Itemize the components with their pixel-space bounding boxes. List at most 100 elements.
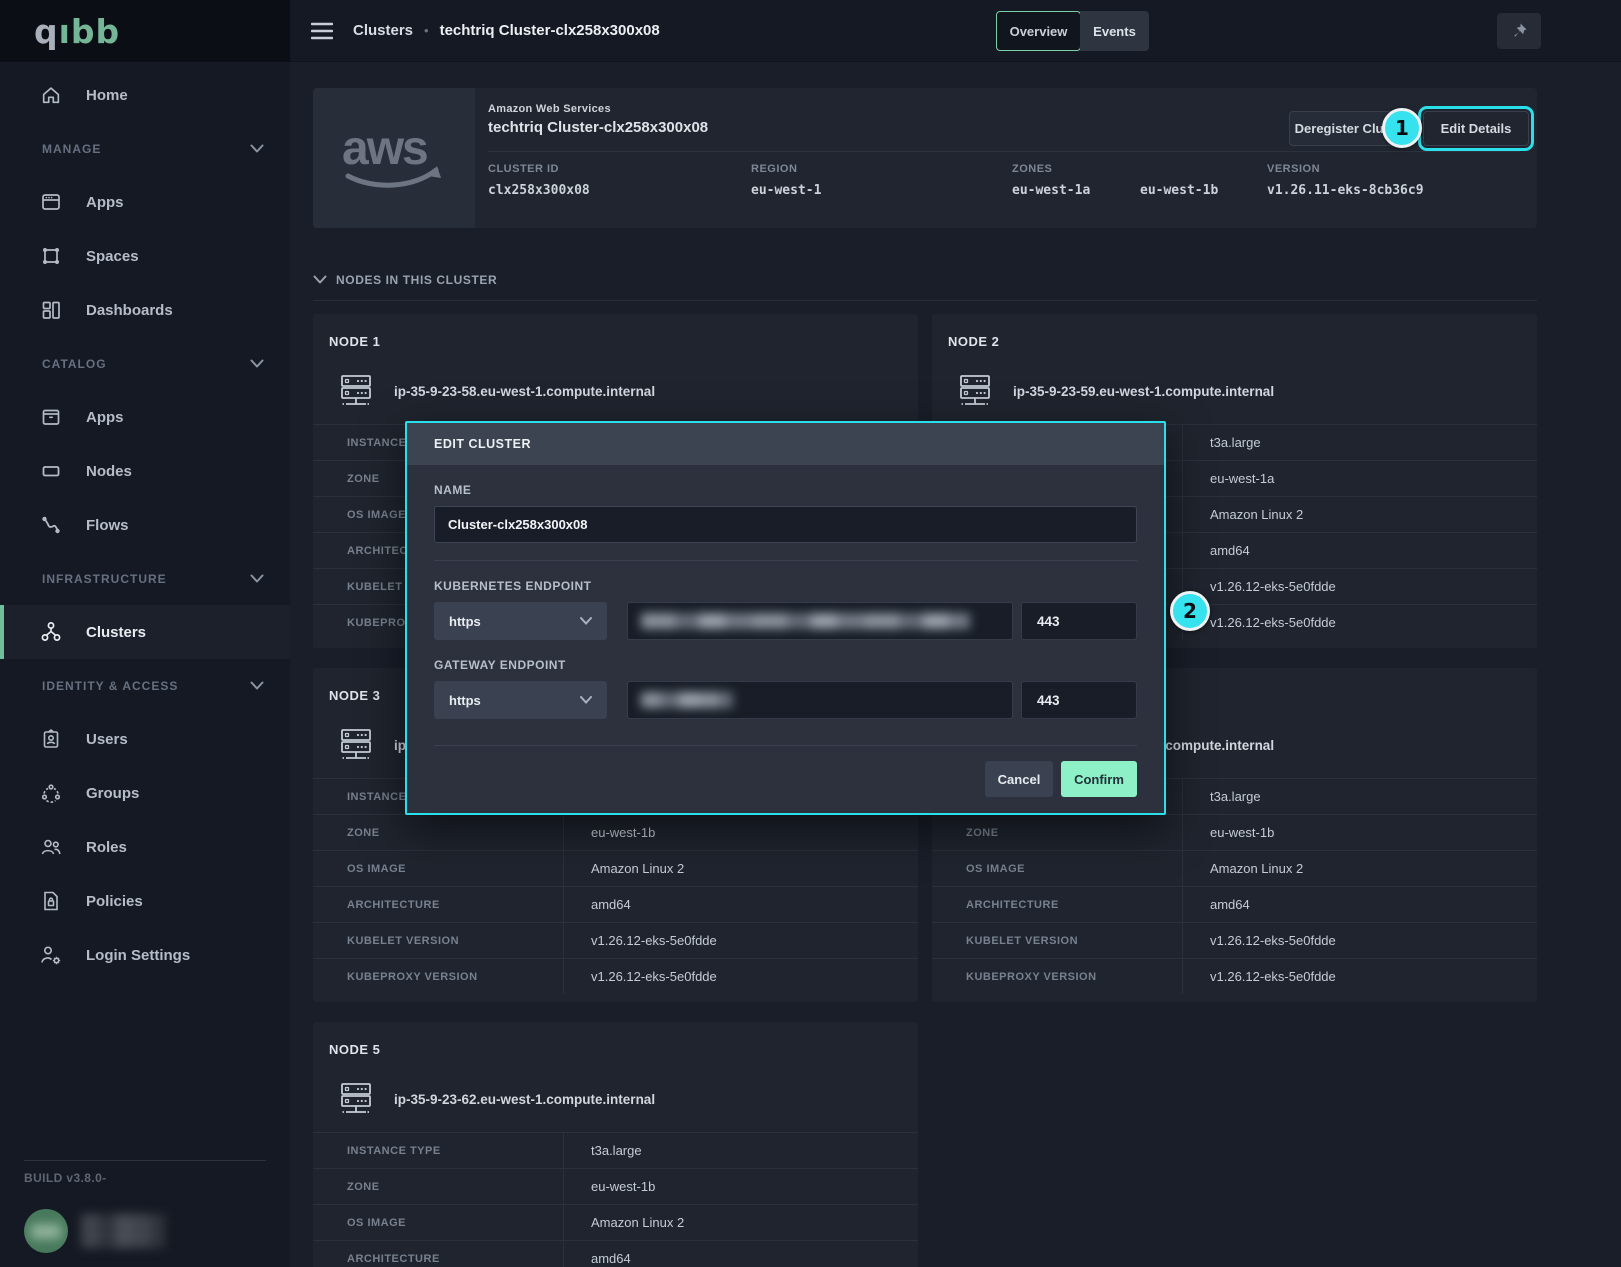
node-detail-value: Amazon Linux 2 xyxy=(1182,851,1537,886)
sidebar-item-label: Spaces xyxy=(86,248,139,265)
cancel-button[interactable]: Cancel xyxy=(985,761,1053,797)
login-settings-icon xyxy=(38,942,64,968)
sidebar-section-catalog[interactable]: CATALOG xyxy=(0,337,290,390)
sidebar-item-label: Home xyxy=(86,87,128,104)
region-label: REGION xyxy=(751,163,1012,175)
server-icon xyxy=(337,728,375,762)
node-detail-label: ZONE xyxy=(313,1169,563,1204)
node-detail-value: eu-west-1b xyxy=(563,815,918,850)
sidebar-item-home[interactable]: Home xyxy=(0,68,290,122)
logo-ibb: ıbb xyxy=(59,12,121,51)
node-detail-row: KUBEPROXY VERSIONv1.26.12-eks-5e0fdde xyxy=(932,958,1537,994)
topbar: Clusters • techtriq Cluster-clx258x300x0… xyxy=(290,0,1621,62)
sidebar-item-label: Flows xyxy=(86,517,129,534)
sidebar-item-roles[interactable]: Roles xyxy=(0,820,290,874)
node-detail-label: OS IMAGE xyxy=(932,851,1182,886)
node-hostname: ip-35-9-23-58.eu-west-1.compute.internal xyxy=(394,384,655,399)
node-detail-value: v1.26.12-eks-5e0fdde xyxy=(563,923,918,958)
roles-icon xyxy=(38,834,64,860)
breadcrumb-separator: • xyxy=(424,23,429,38)
svg-text:aws: aws xyxy=(342,122,427,175)
sidebar-item-flows[interactable]: Flows xyxy=(0,498,290,552)
users-icon xyxy=(38,726,64,752)
redacted-url xyxy=(641,613,970,629)
gateway-endpoint-label: GATEWAY ENDPOINT xyxy=(434,658,1137,672)
kubernetes-port-input[interactable]: 443 xyxy=(1021,602,1137,640)
sidebar-section-manage[interactable]: MANAGE xyxy=(0,122,290,175)
gateway-endpoint-input[interactable] xyxy=(627,681,1013,719)
node-detail-label: KUBEPROXY VERSION xyxy=(313,959,563,994)
sidebar-item-dashboards[interactable]: Dashboards xyxy=(0,283,290,337)
modal-title: EDIT CLUSTER xyxy=(434,437,531,451)
node-detail-value: eu-west-1a xyxy=(1182,461,1537,496)
node-detail-label: ARCHITECTURE xyxy=(313,1241,563,1267)
protocol-value: https xyxy=(449,614,481,629)
logo-block[interactable]: qıbb xyxy=(0,0,290,62)
logo-q: q xyxy=(34,12,59,51)
sidebar-item-spaces[interactable]: Spaces xyxy=(0,229,290,283)
chevron-down-icon xyxy=(250,574,264,584)
node-title: NODE 1 xyxy=(313,314,918,366)
username-redacted xyxy=(81,1214,165,1248)
section-label: CATALOG xyxy=(42,357,250,371)
sidebar-item-nodes[interactable]: Nodes xyxy=(0,444,290,498)
node-detail-row: KUBEPROXY VERSIONv1.26.12-eks-5e0fdde xyxy=(313,958,918,994)
sidebar-item-clusters[interactable]: Clusters xyxy=(0,605,290,659)
sidebar-item-login-settings[interactable]: Login Settings xyxy=(0,928,290,982)
node-hostname: ip-35-9-23-62.eu-west-1.compute.internal xyxy=(394,1092,655,1107)
sidebar-item-policies[interactable]: Policies xyxy=(0,874,290,928)
cluster-info: Amazon Web Services techtriq Cluster-clx… xyxy=(475,88,1537,228)
pushpin-icon xyxy=(1510,22,1528,40)
sidebar: qıbb HomeMANAGEAppsSpacesDashboardsCATAL… xyxy=(0,0,290,1267)
tab-events[interactable]: Events xyxy=(1080,11,1149,51)
flows-icon xyxy=(38,512,64,538)
version-field: VERSION v1.26.11-eks-8cb36c9 xyxy=(1267,163,1424,198)
gateway-endpoint-row: https 443 xyxy=(434,681,1137,719)
node-detail-row: ARCHITECTUREamd64 xyxy=(932,886,1537,922)
user-row[interactable] xyxy=(0,1185,290,1253)
confirm-button[interactable]: Confirm xyxy=(1061,761,1137,797)
name-label: NAME xyxy=(434,483,1137,497)
avatar[interactable] xyxy=(24,1209,68,1253)
node-detail-label: INSTANCE TYPE xyxy=(313,1133,563,1168)
hamburger-menu-icon[interactable] xyxy=(311,22,333,40)
node-detail-row: KUBELET VERSIONv1.26.12-eks-5e0fdde xyxy=(313,922,918,958)
breadcrumb-root[interactable]: Clusters xyxy=(353,22,413,39)
zones-label: ZONES xyxy=(1012,163,1267,175)
dashboards-icon xyxy=(38,297,64,323)
nodes-section-toggle[interactable]: NODES IN THIS CLUSTER xyxy=(313,273,1537,287)
sidebar-section-infrastructure[interactable]: INFRASTRUCTURE xyxy=(0,552,290,605)
version-value: v1.26.11-eks-8cb36c9 xyxy=(1267,183,1424,198)
kubernetes-endpoint-input[interactable] xyxy=(627,602,1013,640)
gateway-protocol-select[interactable]: https xyxy=(434,681,607,719)
node-detail-row: ZONEeu-west-1b xyxy=(932,814,1537,850)
sidebar-item-groups[interactable]: Groups xyxy=(0,766,290,820)
chevron-down-icon xyxy=(250,359,264,369)
page: qıbb HomeMANAGEAppsSpacesDashboardsCATAL… xyxy=(0,0,1621,1267)
sidebar-item-users[interactable]: Users xyxy=(0,712,290,766)
gateway-port-input[interactable]: 443 xyxy=(1021,681,1137,719)
modal-body: NAME Cluster-clx258x300x08 KUBERNETES EN… xyxy=(407,465,1164,813)
node-detail-value: t3a.large xyxy=(563,1133,918,1168)
node-detail-row: OS IMAGEAmazon Linux 2 xyxy=(932,850,1537,886)
edit-details-button[interactable]: Edit Details xyxy=(1423,111,1529,146)
chevron-down-icon xyxy=(580,696,592,704)
node-detail-label: ZONE xyxy=(932,815,1182,850)
kubernetes-endpoint-row: https 443 xyxy=(434,602,1137,640)
build-version: BUILD v3.8.0- xyxy=(0,1161,290,1185)
pin-button[interactable] xyxy=(1497,13,1541,49)
node-title: NODE 5 xyxy=(313,1022,918,1074)
protocol-value: https xyxy=(449,693,481,708)
sidebar-section-identity-access[interactable]: IDENTITY & ACCESS xyxy=(0,659,290,712)
node-detail-value: Amazon Linux 2 xyxy=(563,851,918,886)
sidebar-item-apps[interactable]: Apps xyxy=(0,175,290,229)
node-detail-label: OS IMAGE xyxy=(313,1205,563,1240)
region-field: REGION eu-west-1 xyxy=(751,163,1012,198)
node-detail-label: KUBELET VERSION xyxy=(313,923,563,958)
cluster-name-input[interactable]: Cluster-clx258x300x08 xyxy=(434,506,1137,543)
tab-overview[interactable]: Overview xyxy=(996,11,1081,51)
node-hostname-row: ip-35-9-23-58.eu-west-1.compute.internal xyxy=(313,366,918,424)
kubernetes-protocol-select[interactable]: https xyxy=(434,602,607,640)
chevron-down-icon xyxy=(250,681,264,691)
sidebar-item-apps[interactable]: Apps xyxy=(0,390,290,444)
